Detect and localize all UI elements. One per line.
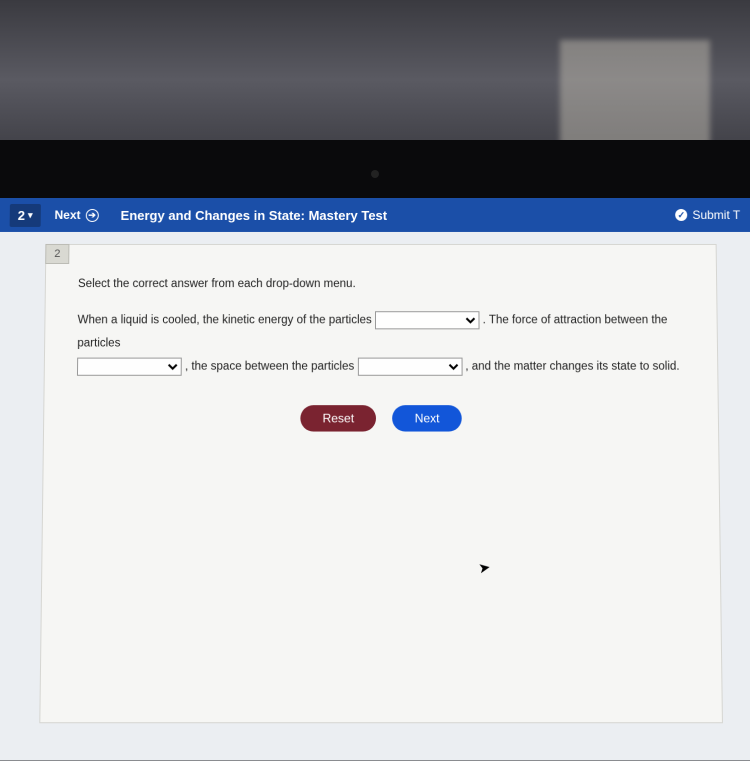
reset-button[interactable]: Reset — [300, 405, 376, 431]
question-indicator-number: 2 — [18, 207, 25, 222]
sentence-seg-4: , and the matter changes its state to so… — [465, 360, 679, 372]
nav-next-label: Next — [54, 208, 80, 222]
dropdown-space-between[interactable] — [357, 357, 462, 375]
chevron-down-icon: ▾ — [28, 209, 33, 220]
dropdown-kinetic-energy[interactable] — [375, 311, 480, 329]
laptop-screen: 2 ▾ Next ➔ Energy and Changes in State: … — [0, 198, 750, 761]
question-number-badge: 2 — [45, 244, 69, 264]
nav-next-button[interactable]: Next ➔ — [54, 208, 98, 222]
question-indicator[interactable]: 2 ▾ — [10, 203, 41, 226]
button-row: Reset Next — [76, 405, 685, 431]
cursor-icon: ➤ — [477, 558, 492, 577]
question-card: 2 Select the correct answer from each dr… — [39, 244, 723, 723]
topbar: 2 ▾ Next ➔ Energy and Changes in State: … — [0, 198, 750, 232]
question-content: Select the correct answer from each drop… — [44, 265, 718, 431]
sentence-seg-3: , the space between the particles — [185, 360, 357, 372]
page-title: Energy and Changes in State: Mastery Tes… — [121, 207, 388, 222]
question-instruction: Select the correct answer from each drop… — [78, 275, 684, 295]
question-sentence: When a liquid is cooled, the kinetic ene… — [77, 309, 685, 379]
dropdown-force-attraction[interactable] — [77, 357, 182, 375]
next-button[interactable]: Next — [392, 405, 461, 431]
sentence-seg-1: When a liquid is cooled, the kinetic ene… — [78, 314, 375, 326]
check-icon: ✓ — [675, 209, 687, 221]
arrow-right-icon: ➔ — [86, 208, 99, 221]
submit-label: Submit T — [692, 208, 740, 222]
laptop-bezel — [0, 140, 750, 200]
submit-test-button[interactable]: ✓ Submit T — [675, 208, 740, 222]
